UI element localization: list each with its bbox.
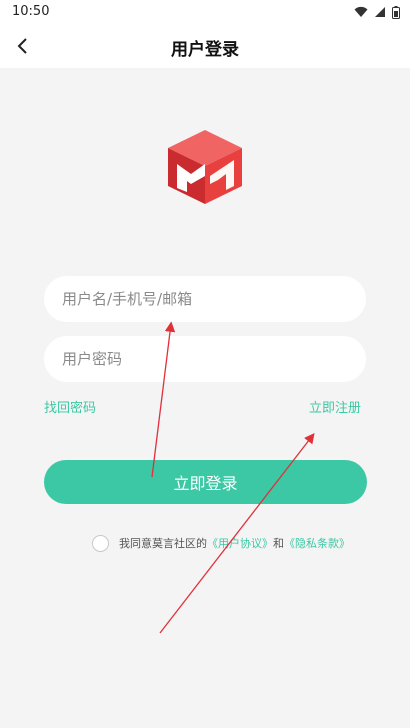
- signal-icon: [375, 7, 385, 17]
- agreement-conjunction: 和: [273, 537, 284, 550]
- app-logo-icon: [168, 130, 242, 204]
- wifi-icon: [354, 6, 368, 17]
- status-time: 10:50: [12, 4, 50, 19]
- status-icons: [354, 4, 400, 20]
- status-bar: 10:50: [0, 0, 410, 24]
- register-link[interactable]: 立即注册: [309, 397, 361, 416]
- agreement-row: 我同意莫言社区的 《用户协议》 和 《隐私条款》: [92, 533, 350, 553]
- password-field-container: [44, 336, 366, 382]
- forgot-password-link[interactable]: 找回密码: [44, 397, 96, 416]
- username-field-container: [44, 276, 366, 322]
- username-input[interactable]: [44, 276, 366, 322]
- agreement-prefix: 我同意莫言社区的: [119, 537, 207, 550]
- page-title: 用户登录: [171, 40, 239, 60]
- password-input[interactable]: [44, 336, 366, 382]
- nav-bar: 用户登录: [0, 24, 410, 68]
- battery-icon: [392, 5, 400, 19]
- user-agreement-link[interactable]: 《用户协议》: [207, 535, 273, 551]
- agreement-checkbox[interactable]: [92, 534, 109, 552]
- login-button[interactable]: 立即登录: [44, 460, 367, 504]
- privacy-policy-link[interactable]: 《隐私条款》: [284, 535, 350, 551]
